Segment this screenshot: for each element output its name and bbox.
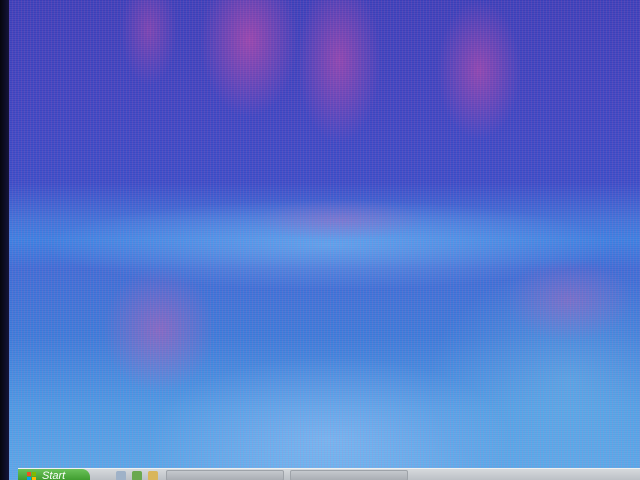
media-icon[interactable] <box>132 471 142 480</box>
desktop[interactable] <box>9 0 640 480</box>
monitor-bezel <box>0 0 9 480</box>
start-label: Start <box>42 470 66 480</box>
screen-moire-streaks <box>9 0 640 480</box>
taskbar: Start <box>18 468 640 480</box>
taskbar-button[interactable] <box>166 470 284 480</box>
monitor-photo: Start <box>0 0 640 480</box>
taskbar-button[interactable] <box>290 470 408 480</box>
start-button[interactable]: Start <box>18 469 90 480</box>
browser-icon[interactable] <box>116 471 126 480</box>
windows-logo-icon <box>27 472 37 480</box>
folder-icon[interactable] <box>148 471 158 480</box>
